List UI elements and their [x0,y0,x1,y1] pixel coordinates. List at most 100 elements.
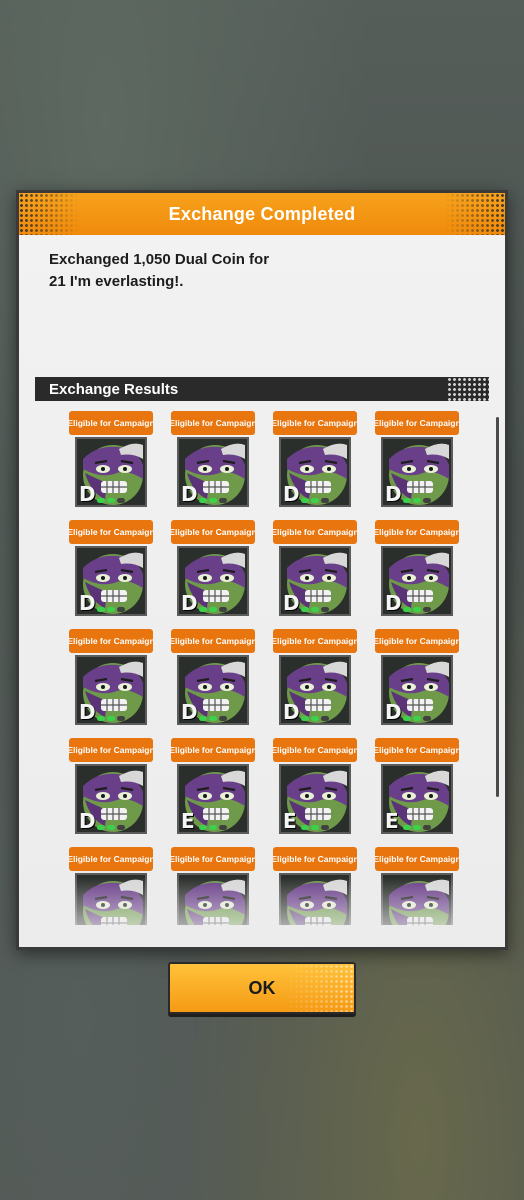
level-dot [97,498,105,503]
rank-letter: E [283,809,297,833]
reward-item[interactable]: Eligible for Campaign D [273,411,357,507]
reward-item[interactable]: Eligible for Campaign [273,847,357,925]
level-dot [107,498,115,503]
level-indicator [199,716,227,721]
level-dot [117,498,125,503]
level-dot [403,716,411,721]
level-dot [301,825,309,830]
character-portrait-icon: D [381,655,453,725]
level-dot [117,825,125,830]
character-portrait-icon: D [75,437,147,507]
rank-letter: D [181,591,198,615]
ok-button-label: OK [248,977,276,998]
level-dot [301,498,309,503]
level-dot [199,498,207,503]
level-dot [321,498,329,503]
results-header: Exchange Results [35,377,489,401]
reward-item[interactable]: Eligible for Campaign E [375,738,459,834]
reward-item[interactable]: Eligible for Campaign D [273,520,357,616]
campaign-badge: Eligible for Campaign [273,738,357,762]
reward-item[interactable]: Eligible for Campaign D [171,520,255,616]
campaign-badge: Eligible for Campaign [375,629,459,653]
reward-item[interactable]: Eligible for Campaign E [171,738,255,834]
rank-letter: E [181,809,195,833]
character-portrait-icon [177,873,249,925]
character-portrait-icon: D [177,546,249,616]
campaign-badge: Eligible for Campaign [375,738,459,762]
level-dot [423,825,431,830]
level-indicator [97,716,125,721]
level-dot [321,607,329,612]
reward-item[interactable]: Eligible for Campaign D [69,629,153,725]
rank-letter: D [385,482,402,506]
rank-letter: D [79,809,96,833]
ok-button[interactable]: OK [168,962,356,1014]
level-indicator [403,607,431,612]
campaign-badge: Eligible for Campaign [375,520,459,544]
reward-item[interactable]: Eligible for Campaign D [375,629,459,725]
character-portrait-icon: D [75,546,147,616]
reward-item[interactable]: Eligible for Campaign [375,847,459,925]
reward-item[interactable]: Eligible for Campaign D [171,629,255,725]
character-portrait-icon: D [75,764,147,834]
character-portrait-icon [75,873,147,925]
reward-item[interactable]: Eligible for Campaign D [273,629,357,725]
rank-letter: E [385,809,399,833]
rank-letter: D [181,700,198,724]
reward-item[interactable]: Eligible for Campaign E [273,738,357,834]
character-portrait-icon: D [177,655,249,725]
reward-item[interactable]: Eligible for Campaign D [69,738,153,834]
level-dot [301,716,309,721]
campaign-badge: Eligible for Campaign [375,847,459,871]
character-portrait-icon: D [279,437,351,507]
character-portrait-icon [279,873,351,925]
level-indicator [199,498,227,503]
rank-letter: D [283,700,300,724]
rank-letter: D [79,591,96,615]
level-dot [321,825,329,830]
level-indicator [403,716,431,721]
campaign-badge: Eligible for Campaign [273,411,357,435]
level-dot [413,607,421,612]
level-indicator [301,825,329,830]
level-indicator [301,716,329,721]
level-dot [199,607,207,612]
level-dot [97,825,105,830]
rank-letter: D [385,591,402,615]
reward-item[interactable]: Eligible for Campaign D [69,411,153,507]
level-indicator [403,825,431,830]
campaign-badge: Eligible for Campaign [273,520,357,544]
results-scroll-area[interactable]: Eligible for Campaign D Eligible for Camp… [19,407,505,925]
reward-item[interactable]: Eligible for Campaign D [375,520,459,616]
level-dot [301,607,309,612]
level-dot [209,825,217,830]
level-indicator [301,607,329,612]
level-dot [403,607,411,612]
level-indicator [97,607,125,612]
exchange-message: Exchanged 1,050 Dual Coin for 21 I'm eve… [49,249,309,293]
character-portrait-icon: D [381,437,453,507]
dialog-title-bar: Exchange Completed [19,193,505,235]
exchange-completed-dialog: Exchange Completed Exchanged 1,050 Dual … [16,190,508,950]
campaign-badge: Eligible for Campaign [171,847,255,871]
level-dot [199,716,207,721]
level-dot [423,498,431,503]
character-portrait-icon [381,873,453,925]
level-indicator [199,607,227,612]
level-dot [403,498,411,503]
campaign-badge: Eligible for Campaign [69,520,153,544]
reward-item[interactable]: Eligible for Campaign [171,847,255,925]
level-dot [311,716,319,721]
reward-item[interactable]: Eligible for Campaign D [171,411,255,507]
character-portrait-icon: D [381,546,453,616]
reward-item[interactable]: Eligible for Campaign D [375,411,459,507]
reward-item[interactable]: Eligible for Campaign [69,847,153,925]
campaign-badge: Eligible for Campaign [69,629,153,653]
level-dot [311,825,319,830]
level-dot [423,607,431,612]
level-dot [321,716,329,721]
level-dot [413,825,421,830]
reward-item[interactable]: Eligible for Campaign D [69,520,153,616]
results-scrollbar[interactable] [496,417,499,797]
message-line-2: 21 I'm everlasting!. [49,273,184,290]
